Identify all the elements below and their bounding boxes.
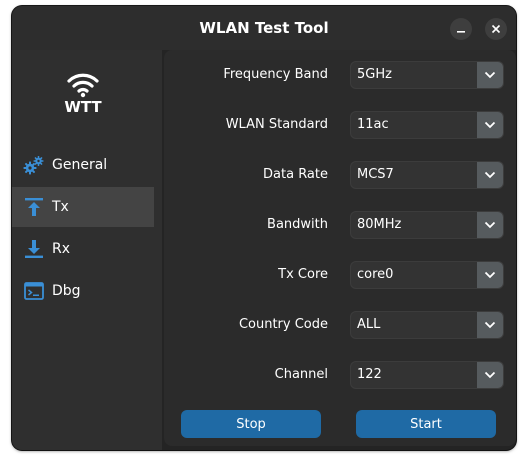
data-rate-select[interactable]: MCS7 bbox=[350, 161, 504, 189]
sidebar-item-label: Tx bbox=[52, 199, 69, 215]
form-row-frequency-band: Frequency Band 5GHz bbox=[164, 61, 516, 89]
window-title: WLAN Test Tool bbox=[199, 19, 329, 37]
chevron-down-icon[interactable] bbox=[477, 112, 503, 138]
settings-panel: Frequency Band 5GHz WLAN Standard 11ac D… bbox=[164, 50, 516, 446]
chevron-down-icon[interactable] bbox=[477, 212, 503, 238]
wifi-icon bbox=[67, 73, 99, 98]
field-label: Frequency Band bbox=[223, 67, 328, 82]
logo-text: WTT bbox=[64, 98, 102, 116]
close-icon bbox=[491, 24, 501, 34]
start-button[interactable]: Start bbox=[356, 410, 496, 438]
form-row-data-rate: Data Rate MCS7 bbox=[164, 161, 516, 189]
chevron-down-icon[interactable] bbox=[477, 162, 503, 188]
bandwith-select[interactable]: 80MHz bbox=[350, 211, 504, 239]
stop-button[interactable]: Stop bbox=[181, 410, 321, 438]
upload-arrow-icon bbox=[23, 196, 45, 218]
select-value: 11ac bbox=[357, 117, 389, 132]
sidebar-item-label: Rx bbox=[52, 241, 71, 257]
title-bar[interactable]: WLAN Test Tool bbox=[12, 6, 516, 50]
field-label: Channel bbox=[274, 367, 328, 382]
form-row-wlan-standard: WLAN Standard 11ac bbox=[164, 111, 516, 139]
sidebar-item-rx[interactable]: Rx bbox=[12, 229, 154, 269]
chevron-down-icon[interactable] bbox=[477, 362, 503, 388]
chevron-down-icon[interactable] bbox=[477, 262, 503, 288]
form-row-country-code: Country Code ALL bbox=[164, 311, 516, 339]
sidebar-item-dbg[interactable]: Dbg bbox=[12, 271, 154, 311]
field-label: Data Rate bbox=[263, 167, 328, 182]
country-code-select[interactable]: ALL bbox=[350, 311, 504, 339]
minimize-icon bbox=[457, 31, 465, 33]
chevron-down-icon[interactable] bbox=[477, 62, 503, 88]
sidebar-item-label: General bbox=[52, 157, 108, 173]
download-arrow-icon bbox=[23, 238, 45, 260]
select-value: 122 bbox=[357, 367, 382, 382]
sidebar-item-general[interactable]: General bbox=[12, 145, 154, 185]
close-button[interactable] bbox=[485, 18, 507, 40]
field-label: Tx Core bbox=[278, 267, 328, 282]
select-value: 5GHz bbox=[357, 67, 392, 82]
terminal-icon bbox=[23, 280, 45, 302]
sidebar: WTT General Tx Rx Dbg bbox=[12, 50, 162, 450]
tx-core-select[interactable]: core0 bbox=[350, 261, 504, 289]
select-value: 80MHz bbox=[357, 217, 402, 232]
form-row-channel: Channel 122 bbox=[164, 361, 516, 389]
sidebar-item-label: Dbg bbox=[52, 283, 81, 299]
field-label: Country Code bbox=[238, 317, 328, 332]
sidebar-item-tx[interactable]: Tx bbox=[12, 187, 154, 227]
gears-icon bbox=[23, 154, 45, 176]
form-row-bandwith: Bandwith 80MHz bbox=[164, 211, 516, 239]
app-window: WLAN Test Tool WTT General Tx Rx Dbg Fre… bbox=[12, 6, 516, 450]
frequency-band-select[interactable]: 5GHz bbox=[350, 61, 504, 89]
select-value: ALL bbox=[357, 317, 381, 332]
channel-select[interactable]: 122 bbox=[350, 361, 504, 389]
field-label: Bandwith bbox=[267, 217, 328, 232]
select-value: MCS7 bbox=[357, 167, 394, 182]
minimize-button[interactable] bbox=[450, 18, 472, 40]
field-label: WLAN Standard bbox=[225, 117, 328, 132]
app-logo: WTT bbox=[12, 70, 154, 116]
chevron-down-icon[interactable] bbox=[477, 312, 503, 338]
form-row-tx-core: Tx Core core0 bbox=[164, 261, 516, 289]
wlan-standard-select[interactable]: 11ac bbox=[350, 111, 504, 139]
select-value: core0 bbox=[357, 267, 394, 282]
